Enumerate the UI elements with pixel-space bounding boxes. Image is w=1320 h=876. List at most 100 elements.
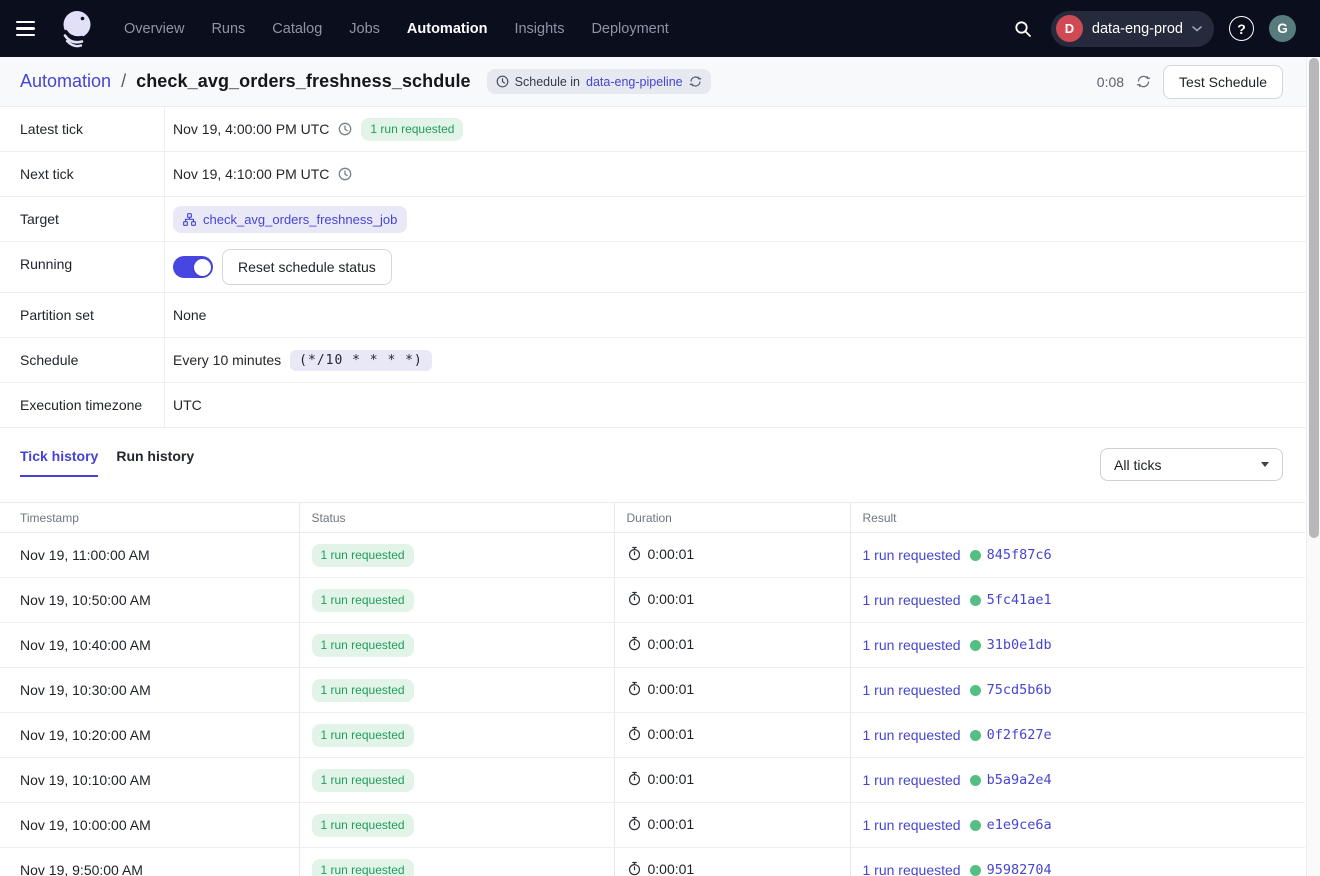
tick-result-link[interactable]: 1 run requested	[863, 862, 961, 876]
run-chip[interactable]: 75cd5b6b	[970, 682, 1052, 698]
run-id-link[interactable]: 845f87c6	[987, 547, 1052, 563]
nav-item-catalog[interactable]: Catalog	[272, 21, 322, 37]
col-result: Result	[850, 503, 1305, 533]
tick-history-table: Timestamp Status Duration Result Nov 19,…	[0, 502, 1305, 876]
tick-duration-cell: 0:00:01	[614, 668, 850, 713]
tick-result-link[interactable]: 1 run requested	[863, 772, 961, 788]
run-id-link[interactable]: 0f2f627e	[987, 727, 1052, 743]
breadcrumb-automation-link[interactable]: Automation	[20, 71, 111, 92]
stopwatch-icon	[627, 681, 642, 696]
running-label: Running	[0, 242, 165, 292]
tick-timestamp: Nov 19, 11:00:00 AM	[0, 533, 299, 578]
run-id-link[interactable]: 31b0e1db	[987, 637, 1052, 653]
user-avatar[interactable]: G	[1269, 15, 1296, 42]
run-chip[interactable]: 95982704	[970, 862, 1052, 876]
tick-duration-cell: 0:00:01	[614, 623, 850, 668]
nav-item-runs[interactable]: Runs	[211, 21, 245, 37]
run-chip[interactable]: 31b0e1db	[970, 637, 1052, 653]
tick-duration: 0:00:01	[648, 591, 695, 607]
tick-timestamp: Nov 19, 10:10:00 AM	[0, 758, 299, 803]
tick-result-link[interactable]: 1 run requested	[863, 637, 961, 653]
tick-status-cell: 1 run requested	[299, 533, 614, 578]
deployment-switcher[interactable]: D data-eng-prod	[1051, 11, 1214, 47]
hamburger-menu-icon[interactable]	[16, 17, 40, 41]
tick-duration-cell: 0:00:01	[614, 578, 850, 623]
tick-status-badge: 1 run requested	[312, 769, 414, 792]
tick-result-cell: 1 run requested e1e9ce6a	[850, 803, 1305, 848]
tick-result-link[interactable]: 1 run requested	[863, 817, 961, 833]
tick-result-cell: 1 run requested b5a9a2e4	[850, 758, 1305, 803]
nav-item-automation[interactable]: Automation	[407, 21, 488, 37]
nav-item-jobs[interactable]: Jobs	[349, 21, 380, 37]
running-toggle[interactable]	[173, 256, 213, 278]
run-id-link[interactable]: b5a9a2e4	[987, 772, 1052, 788]
search-icon[interactable]	[1010, 16, 1036, 42]
nav-item-overview[interactable]: Overview	[124, 21, 184, 37]
tick-timestamp: Nov 19, 10:30:00 AM	[0, 668, 299, 713]
schedule-context-prefix: Schedule in	[515, 75, 580, 89]
schedule-context-badge: Schedule in data-eng-pipeline	[487, 69, 711, 94]
pipeline-link[interactable]: data-eng-pipeline	[586, 75, 683, 89]
run-status-dot-icon	[970, 730, 981, 741]
tick-table-header: Timestamp Status Duration Result	[0, 503, 1305, 533]
run-chip[interactable]: 0f2f627e	[970, 727, 1052, 743]
tick-duration: 0:00:01	[648, 636, 695, 652]
running-row: Running Reset schedule status	[0, 242, 1320, 293]
col-status: Status	[299, 503, 614, 533]
tick-filter-select[interactable]: All ticks	[1100, 448, 1283, 481]
tick-result-cell: 1 run requested 0f2f627e	[850, 713, 1305, 758]
header-right-cluster: 0:08 Test Schedule	[1097, 65, 1283, 99]
tick-status-cell: 1 run requested	[299, 803, 614, 848]
job-graph-icon	[183, 213, 196, 226]
tick-duration: 0:00:01	[648, 546, 695, 562]
tab-run-history[interactable]: Run history	[116, 448, 194, 477]
nav-item-deployment[interactable]: Deployment	[591, 21, 668, 37]
page-header: Automation / check_avg_orders_freshness_…	[0, 57, 1320, 107]
run-chip[interactable]: b5a9a2e4	[970, 772, 1052, 788]
run-status-dot-icon	[970, 550, 981, 561]
refresh-icon[interactable]	[1136, 74, 1151, 89]
tick-row: Nov 19, 10:20:00 AM 1 run requested 0:00…	[0, 713, 1305, 758]
schedule-details: Latest tick Nov 19, 4:00:00 PM UTC 1 run…	[0, 107, 1320, 428]
reset-schedule-status-button[interactable]: Reset schedule status	[222, 249, 392, 285]
sync-icon[interactable]	[689, 75, 702, 88]
tick-row: Nov 19, 10:50:00 AM 1 run requested 0:00…	[0, 578, 1305, 623]
run-id-link[interactable]: 95982704	[987, 862, 1052, 876]
dagster-logo-icon[interactable]	[58, 8, 96, 50]
next-tick-label: Next tick	[0, 152, 165, 196]
target-job-chip[interactable]: check_avg_orders_freshness_job	[173, 206, 407, 233]
run-status-dot-icon	[970, 820, 981, 831]
tick-result-cell: 1 run requested 31b0e1db	[850, 623, 1305, 668]
test-schedule-button[interactable]: Test Schedule	[1163, 65, 1283, 99]
run-id-link[interactable]: 5fc41ae1	[987, 592, 1052, 608]
tick-result-link[interactable]: 1 run requested	[863, 682, 961, 698]
target-job-link[interactable]: check_avg_orders_freshness_job	[203, 212, 397, 227]
run-chip[interactable]: 5fc41ae1	[970, 592, 1052, 608]
stopwatch-icon	[627, 726, 642, 741]
stopwatch-icon	[627, 546, 642, 561]
scrollbar-thumb[interactable]	[1309, 58, 1319, 538]
run-status-dot-icon	[970, 640, 981, 651]
run-chip[interactable]: 845f87c6	[970, 547, 1052, 563]
tick-status-badge: 1 run requested	[312, 544, 414, 567]
scrollbar-track[interactable]	[1306, 57, 1320, 876]
nav-item-insights[interactable]: Insights	[514, 21, 564, 37]
tick-status-badge: 1 run requested	[312, 634, 414, 657]
tick-duration: 0:00:01	[648, 861, 695, 876]
run-chip[interactable]: e1e9ce6a	[970, 817, 1052, 833]
chevron-down-icon	[1192, 26, 1202, 32]
next-tick-value: Nov 19, 4:10:00 PM UTC	[173, 166, 329, 182]
page-title: check_avg_orders_freshness_schdule	[136, 71, 471, 92]
tick-timestamp: Nov 19, 10:50:00 AM	[0, 578, 299, 623]
tick-result-link[interactable]: 1 run requested	[863, 592, 961, 608]
run-id-link[interactable]: e1e9ce6a	[987, 817, 1052, 833]
tick-status-badge: 1 run requested	[312, 814, 414, 837]
top-navbar: Overview Runs Catalog Jobs Automation In…	[0, 0, 1320, 57]
stopwatch-icon	[627, 636, 642, 651]
run-id-link[interactable]: 75cd5b6b	[987, 682, 1052, 698]
tick-result-link[interactable]: 1 run requested	[863, 547, 961, 563]
tick-result-link[interactable]: 1 run requested	[863, 727, 961, 743]
tick-duration: 0:00:01	[648, 681, 695, 697]
help-icon[interactable]: ?	[1229, 16, 1254, 41]
tab-tick-history[interactable]: Tick history	[20, 448, 98, 477]
